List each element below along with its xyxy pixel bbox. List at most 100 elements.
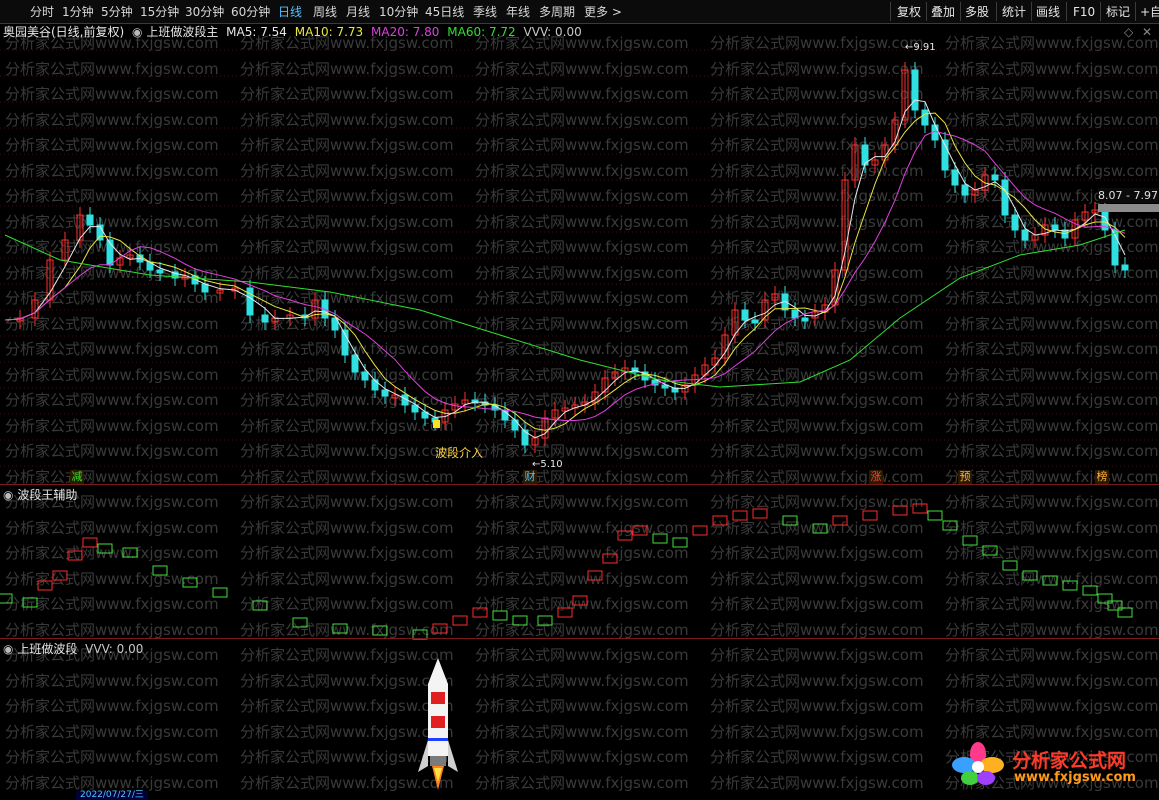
aux-step-box (962, 535, 978, 546)
aux-step-box (67, 550, 83, 561)
aux-step-box (492, 610, 508, 621)
aux-step-box (0, 593, 13, 604)
ma60-label: MA60: 7.72 (447, 25, 516, 39)
aux-step-box (982, 545, 998, 556)
panel-divider[interactable] (0, 638, 1159, 639)
ma5-label: MA5: 7.54 (226, 25, 287, 39)
aux-step-box (672, 537, 688, 548)
flower-logo-icon (952, 742, 1004, 785)
candlestick-chart[interactable] (0, 0, 1159, 800)
aux-step-box (712, 515, 728, 526)
bottom-legend: ◉ 上班做波段 VVV: 0.00 (3, 641, 143, 657)
candle-body (361, 371, 369, 381)
candle-body (371, 379, 379, 391)
aux-step-box (1022, 570, 1038, 581)
ma5-line (4, 99, 1126, 439)
candle-body (351, 354, 359, 373)
ma10-label: MA10: 7.73 (294, 25, 364, 39)
aux-step-box (292, 617, 308, 628)
candle-body (991, 174, 999, 181)
aux-step-box (122, 547, 138, 558)
rocket-part (428, 658, 448, 684)
aux-step-box (212, 587, 228, 598)
aux-step-box (97, 543, 113, 554)
rocket-part (418, 740, 428, 772)
rocket-part (431, 692, 445, 704)
event-tag-forecast[interactable]: 预 (958, 470, 972, 484)
candle-body (961, 184, 969, 196)
brand-name: 分析家公式网 (1012, 750, 1127, 772)
aux-step-box (512, 615, 528, 626)
aux-panel-title[interactable]: 波段王辅助 (17, 488, 77, 502)
aux-step-box (1062, 580, 1078, 591)
rocket-part (431, 716, 445, 728)
candle-body (751, 319, 759, 324)
event-tag-finance[interactable]: 财 (523, 470, 537, 484)
aux-step-box (782, 515, 798, 526)
aux-step-box (587, 570, 603, 581)
price-range-bar (1098, 204, 1159, 212)
aux-step-box (912, 503, 928, 514)
main-legend: 奥园美谷(日线,前复权) ◉ 上班做波段主 MA5: 7.54 MA10: 7.… (3, 24, 582, 40)
high-price-annotation: ←9.91 (905, 42, 936, 53)
aux-step-box (812, 523, 828, 534)
date-axis: 2022/07/27/三 (0, 791, 1159, 800)
aux-step-box (332, 623, 348, 634)
aux-step-box (537, 615, 553, 626)
indicator-toggle-icon[interactable]: ◉ (132, 25, 142, 39)
aux-step-box (1097, 593, 1113, 604)
aux-step-box (602, 553, 618, 564)
candle-body (86, 214, 94, 226)
aux-step-box (1002, 560, 1018, 571)
bottom-vvv-label: VVV: 0.00 (85, 642, 144, 656)
aux-step-box (432, 623, 448, 634)
aux-step-box (182, 577, 198, 588)
aux-step-box (452, 615, 468, 626)
aux-step-box (632, 525, 648, 536)
aux-step-box (372, 625, 388, 636)
aux-step-box (617, 530, 633, 541)
aux-step-box (832, 515, 848, 526)
ma60-line (4, 229, 1126, 388)
indicator-toggle-icon[interactable]: ◉ (3, 488, 13, 502)
brand-url: www.fxjgsw.com (1014, 770, 1136, 785)
panel-divider[interactable] (0, 484, 1159, 485)
candle-body (156, 269, 164, 274)
stock-name[interactable]: 奥园美谷(日线,前复权) (3, 25, 124, 39)
candle-body (1011, 214, 1019, 231)
vvv-label: VVV: 0.00 (523, 25, 582, 39)
candle-body (791, 309, 799, 319)
candle-body (521, 429, 529, 446)
aux-step-box (572, 595, 588, 606)
event-tag-ranking[interactable]: 榜 (1095, 470, 1109, 484)
aux-legend: ◉ 波段王辅助 (3, 487, 77, 503)
band-entry-marker (433, 420, 440, 428)
aux-step-box (152, 565, 168, 576)
aux-step-box (1042, 575, 1058, 586)
candle-body (201, 283, 209, 293)
rocket-icon (418, 658, 458, 790)
indicator-toggle-icon[interactable]: ◉ (3, 642, 13, 656)
low-price-annotation: ←5.10 (532, 459, 563, 470)
aux-step-box (82, 537, 98, 548)
candle-body (951, 169, 959, 186)
bottom-panel-title[interactable]: 上班做波段 (17, 642, 77, 656)
close-icon[interactable]: ✕ (1142, 25, 1152, 39)
aux-step-box (732, 510, 748, 521)
rocket-part (428, 738, 448, 741)
event-tag-rise[interactable]: 涨 (869, 470, 883, 484)
candle-body (1021, 229, 1029, 241)
candle-body (801, 317, 809, 322)
candle-body (511, 419, 519, 431)
candle-body (741, 309, 749, 321)
rocket-part (430, 756, 446, 766)
indicator-name[interactable]: 上班做波段主 (146, 25, 218, 39)
aux-step-box (1082, 585, 1098, 596)
ma20-label: MA20: 7.80 (371, 25, 440, 39)
date-cursor-label: 2022/07/27/三 (76, 791, 148, 800)
price-range-box: 8.07 - 7.97 (1098, 188, 1158, 203)
event-tag-reduce[interactable]: 减 (70, 470, 84, 484)
diamond-icon[interactable]: ◇ (1124, 25, 1133, 39)
aux-step-box (252, 600, 268, 611)
aux-step-box (472, 607, 488, 618)
